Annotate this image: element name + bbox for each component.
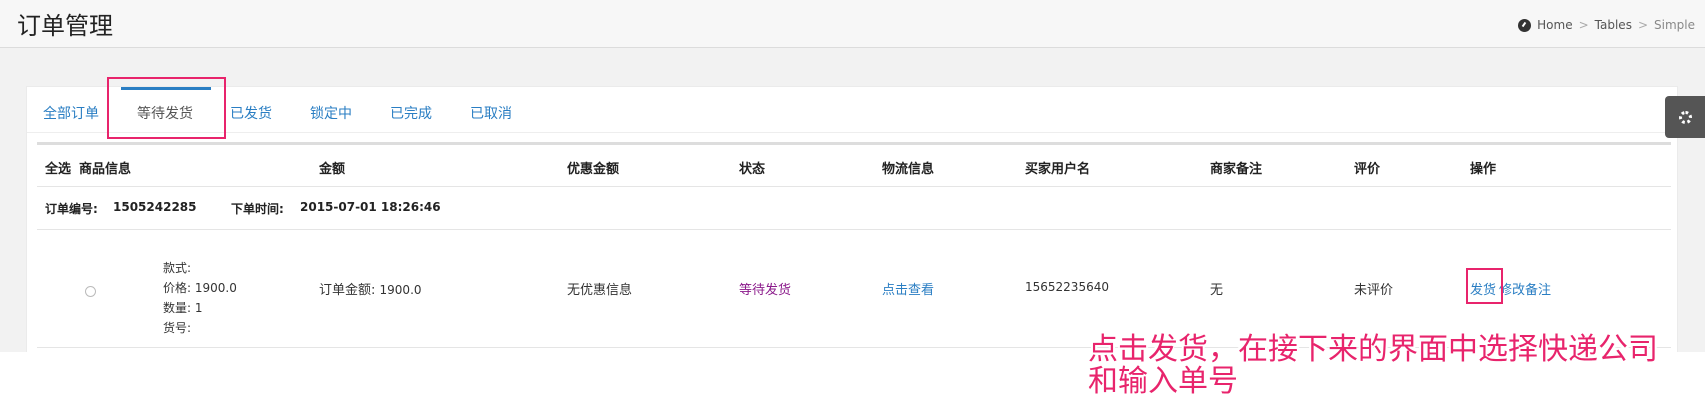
discount-cell: 无优惠信息 [567, 283, 633, 298]
header-discount: 优惠金额 [567, 162, 620, 177]
gear-icon [1679, 111, 1692, 124]
breadcrumb-home[interactable]: Home [1537, 18, 1572, 32]
header-status: 状态 [739, 162, 766, 177]
tab-locked[interactable]: 锁定中 [310, 103, 352, 123]
order-time-label: 下单时间: [231, 202, 284, 216]
tab-cancelled[interactable]: 已取消 [470, 103, 512, 123]
order-number: 1505242285 [113, 200, 197, 214]
header-merchant-note: 商家备注 [1210, 162, 1263, 177]
orders-panel: 全部订单 等待发货 已发货 锁定中 已完成 已取消 全选 商品信息 金额 优惠金… [26, 86, 1678, 352]
breadcrumb-simple: Simple [1654, 18, 1695, 32]
table-header: 全选 商品信息 金额 优惠金额 状态 物流信息 买家用户名 商家备注 评价 操作 [37, 142, 1671, 187]
price-value: 1900.0 [194, 281, 237, 295]
tab-completed[interactable]: 已完成 [390, 103, 432, 123]
row-select-radio[interactable] [85, 286, 96, 297]
annotation-text: 点击发货，在接下来的界面中选择快递公司 和输入单号 [1088, 334, 1658, 398]
breadcrumb-separator: > [1637, 18, 1649, 32]
buyer-username: 15652235640 [1025, 280, 1109, 294]
status-badge: 等待发货 [739, 283, 792, 298]
product-info: 款式: 价格: 1900.0 数量: 1 货号: [163, 258, 237, 338]
edit-note-link[interactable]: 修改备注 [1499, 279, 1551, 298]
settings-button[interactable] [1665, 96, 1705, 138]
breadcrumb-tables[interactable]: Tables [1595, 18, 1632, 32]
header-actions: 操作 [1470, 162, 1497, 177]
annotation-line-1: 点击发货，在接下来的界面中选择快递公司 [1088, 332, 1658, 367]
sku-label: 货号: [163, 321, 192, 335]
orders-table: 全选 商品信息 金额 优惠金额 状态 物流信息 买家用户名 商家备注 评价 操作… [37, 142, 1671, 348]
logistics-link[interactable]: 点击查看 [882, 279, 934, 298]
quantity-label: 数量: [163, 301, 192, 315]
order-number-label: 订单编号: [45, 202, 98, 216]
order-time: 2015-07-01 18:26:46 [300, 200, 441, 214]
table-row: 款式: 价格: 1900.0 数量: 1 货号: 订单金额: 1900.0 无优… [37, 230, 1671, 348]
page-header: 订单管理 Home > Tables > Simple [0, 0, 1705, 48]
tab-shipped[interactable]: 已发货 [230, 103, 272, 123]
breadcrumb-separator: > [1578, 18, 1589, 32]
quantity-value: 1 [194, 301, 203, 315]
page-title: 订单管理 [17, 12, 113, 40]
highlight-tab-box [107, 77, 226, 139]
header-logistics: 物流信息 [882, 162, 935, 177]
tab-all-orders[interactable]: 全部订单 [43, 103, 99, 123]
header-product-info: 商品信息 [79, 162, 132, 177]
rating: 未评价 [1354, 283, 1394, 298]
price-label: 价格: [163, 281, 192, 295]
dashboard-icon [1518, 18, 1532, 32]
highlight-ship-box [1466, 268, 1503, 304]
amount-cell: 订单金额: 1900.0 [319, 279, 422, 298]
app-window: 订单管理 Home > Tables > Simple 全部订单 等待发货 已发… [0, 0, 1705, 352]
annotation-line-2: 和输入单号 [1088, 364, 1238, 399]
header-buyer: 买家用户名 [1025, 162, 1091, 177]
merchant-note: 无 [1210, 283, 1224, 298]
header-select-all[interactable]: 全选 [45, 158, 71, 177]
header-rating: 评价 [1354, 162, 1381, 177]
breadcrumb: Home > Tables > Simple [1518, 18, 1695, 32]
header-amount: 金额 [319, 162, 346, 177]
order-meta-row: 订单编号: 1505242285 下单时间: 2015-07-01 18:26:… [37, 187, 1671, 230]
amount-label: 订单金额: [319, 283, 376, 298]
style-label: 款式: [163, 261, 192, 275]
amount-value: 1900.0 [379, 283, 422, 297]
order-tabs: 全部订单 等待发货 已发货 锁定中 已完成 已取消 [27, 87, 1677, 133]
